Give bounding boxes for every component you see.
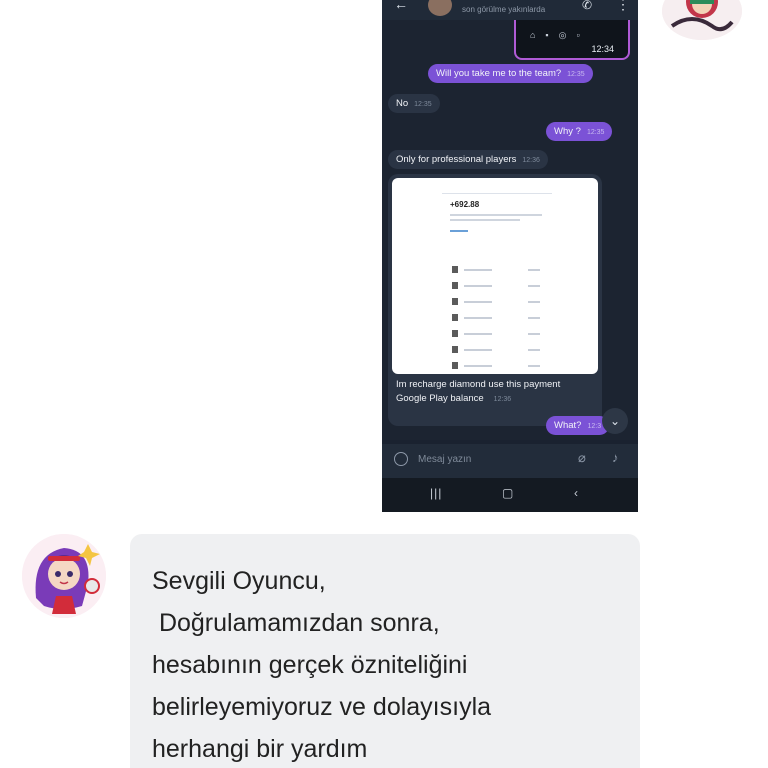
message-text: No bbox=[396, 98, 409, 109]
chat-screenshot: ← son görülme yakınlarda ✆ ⋮ ⌂▪◎▫ 12:34 … bbox=[382, 0, 638, 512]
transaction-row bbox=[452, 282, 542, 292]
transaction-row bbox=[452, 362, 542, 372]
message-bubble[interactable]: Only for professional players 12:36 bbox=[388, 150, 548, 169]
text-line bbox=[450, 219, 520, 221]
message-bubble[interactable]: Will you take me to the team? 12:35 bbox=[428, 64, 593, 83]
recent-apps-icon[interactable]: ||| bbox=[430, 486, 442, 500]
message-text: Will you take me to the team? bbox=[436, 68, 562, 79]
message-text: Why ? bbox=[554, 126, 581, 137]
message-bubble[interactable]: No 12:35 bbox=[388, 94, 440, 113]
transaction-row bbox=[452, 346, 542, 356]
contact-status: son görülme yakınlarda bbox=[462, 5, 546, 14]
message-text: What? bbox=[554, 420, 582, 431]
transaction-row bbox=[452, 314, 542, 324]
attach-icon[interactable]: ⌀ bbox=[578, 450, 586, 466]
arrow-left-icon[interactable]: ← bbox=[394, 0, 408, 12]
thumbnail-time: 12:34 bbox=[591, 44, 614, 54]
more-vertical-icon[interactable]: ⋮ bbox=[616, 0, 630, 13]
caption-line: Im recharge diamond use this payment bbox=[396, 379, 561, 390]
emoji-icon[interactable] bbox=[394, 452, 408, 466]
microphone-icon[interactable]: ♪ bbox=[612, 450, 619, 465]
payment-screenshot[interactable]: +692.88 bbox=[392, 178, 598, 374]
scroll-down-button[interactable]: ⌄ bbox=[602, 408, 628, 434]
message-time: 12:3 bbox=[587, 423, 602, 430]
message-text: Only for professional players bbox=[396, 154, 517, 165]
message-bubble[interactable]: Why ? 12:35 bbox=[546, 122, 613, 141]
chat-header: ← son görülme yakınlarda ✆ ⋮ bbox=[382, 0, 638, 20]
message-time: 12:35 bbox=[414, 101, 432, 108]
payment-tabs bbox=[442, 188, 552, 194]
message-input-bar: Mesaj yazın ⌀ ♪ bbox=[382, 444, 638, 478]
payment-amount: +692.88 bbox=[450, 200, 480, 209]
transaction-row bbox=[452, 330, 542, 340]
phone-icon[interactable]: ✆ bbox=[582, 0, 592, 12]
status-icons: ⌂▪◎▫ bbox=[530, 30, 590, 40]
message-time: 12:36 bbox=[493, 396, 512, 403]
android-navbar: ||| ▢ ‹ bbox=[382, 478, 638, 512]
message-input[interactable]: Mesaj yazın bbox=[418, 454, 471, 465]
caption-line: Google Play balance bbox=[396, 393, 484, 404]
home-icon[interactable]: ▢ bbox=[502, 486, 513, 500]
link-line bbox=[450, 230, 468, 232]
transaction-row bbox=[452, 298, 542, 308]
image-caption: Im recharge diamond use this payment Goo… bbox=[396, 378, 560, 407]
text-line bbox=[450, 214, 542, 216]
contact-avatar bbox=[428, 0, 452, 16]
chevron-down-icon: ⌄ bbox=[609, 414, 621, 428]
reply-message-bubble: Sevgili Oyuncu, Doğrulamamızdan sonra, h… bbox=[130, 534, 640, 768]
screenshot-thumbnail[interactable]: ⌂▪◎▫ 12:34 bbox=[514, 20, 630, 60]
image-message[interactable]: +692.88 Im recharge diamond use this pay… bbox=[388, 174, 602, 426]
reply-text: Sevgili Oyuncu, Doğrulamamızdan sonra, h… bbox=[152, 567, 492, 763]
message-time: 12:35 bbox=[586, 129, 605, 136]
user-avatar bbox=[662, 0, 742, 40]
chat-area: ⌂▪◎▫ 12:34 Will you take me to the team?… bbox=[382, 20, 638, 440]
message-time: 12:35 bbox=[567, 71, 585, 78]
back-icon[interactable]: ‹ bbox=[574, 486, 578, 500]
message-time: 12:36 bbox=[522, 157, 540, 164]
message-bubble[interactable]: What? 12:3 bbox=[546, 416, 610, 435]
transaction-row bbox=[452, 266, 542, 276]
support-avatar bbox=[22, 534, 106, 618]
